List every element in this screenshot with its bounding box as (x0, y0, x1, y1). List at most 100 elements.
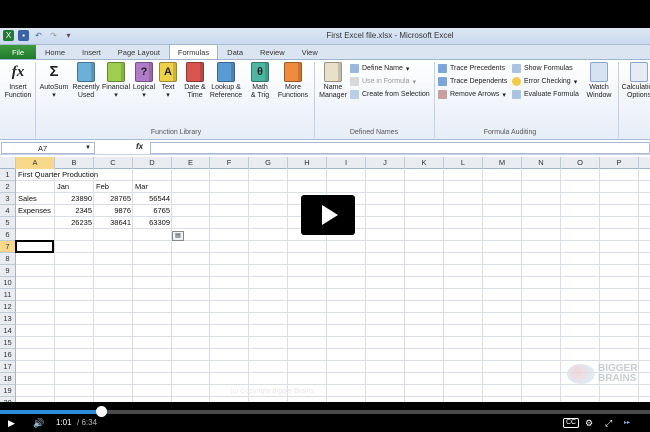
tab-page-layout[interactable]: Page Layout (110, 45, 168, 59)
fullscreen-icon[interactable]: ⤢ (605, 418, 612, 428)
row-header-11[interactable]: 11 (0, 289, 16, 301)
column-header-b[interactable]: B (55, 157, 94, 169)
trace-precedents-button[interactable]: Trace Precedents (438, 64, 505, 73)
date-time-book-icon (186, 62, 204, 82)
play-button[interactable] (301, 195, 355, 235)
more-functions-button[interactable]: More Functions (274, 62, 312, 100)
cell-a3[interactable]: Sales (18, 193, 37, 205)
column-header-l[interactable]: L (444, 157, 483, 169)
row-header-3[interactable]: 3 (0, 193, 16, 205)
play-control-icon[interactable]: ▶ (8, 418, 15, 428)
progress-knob[interactable] (95, 406, 107, 417)
cell-b3[interactable]: 23890 (57, 193, 94, 205)
row-header-2[interactable]: 2 (0, 181, 16, 193)
column-header-p[interactable]: P (600, 157, 639, 169)
column-header-h[interactable]: H (288, 157, 327, 169)
cell-d3[interactable]: 56544 (135, 193, 172, 205)
volume-icon[interactable]: 🔊 (33, 418, 44, 428)
function-library-label: Function Library (150, 129, 202, 136)
watch-window-button[interactable]: Watch Window (584, 62, 614, 100)
paste-options-icon[interactable]: ▤ (172, 231, 184, 241)
column-header-m[interactable]: M (483, 157, 522, 169)
text-button[interactable]: A Text ▾ (156, 62, 180, 100)
column-header-c[interactable]: C (94, 157, 133, 169)
recently-used-button[interactable]: Recently Used (70, 62, 102, 100)
cell-d5[interactable]: 63309 (135, 217, 172, 229)
cell-b4[interactable]: 2345 (57, 205, 94, 217)
autosum-button[interactable]: Σ AutoSum ▾ (38, 62, 70, 100)
name-box[interactable]: A7 ▼ (1, 142, 95, 154)
logical-button[interactable]: ? Logical ▾ (130, 62, 158, 100)
evaluate-formula-button[interactable]: Evaluate Formula (512, 90, 579, 99)
row-header-13[interactable]: 13 (0, 313, 16, 325)
active-cell[interactable] (15, 240, 54, 253)
tab-view[interactable]: View (294, 45, 326, 59)
row-header-18[interactable]: 18 (0, 373, 16, 385)
column-header-f[interactable]: F (210, 157, 249, 169)
brain-logo-icon (567, 364, 595, 384)
cell-d4[interactable]: 6765 (135, 205, 172, 217)
define-name-button[interactable]: Define Name ▾ (350, 64, 409, 73)
tab-insert[interactable]: Insert (74, 45, 109, 59)
column-header-n[interactable]: N (522, 157, 561, 169)
settings-gear-icon[interactable]: ⚙ (585, 418, 593, 428)
column-header-a[interactable]: A (16, 157, 55, 169)
spreadsheet-grid[interactable]: ABCDEFGHIJKLMNOP 1 2 3 4 5 6 7 8 9 10 11 12 13 14 15 16… (0, 157, 650, 402)
remove-arrows-button[interactable]: Remove Arrows ▾ (438, 90, 506, 99)
tab-formulas[interactable]: Formulas (168, 44, 219, 59)
row-header-6[interactable]: 6 (0, 229, 16, 241)
row-header-8[interactable]: 8 (0, 253, 16, 265)
formula-input[interactable] (150, 142, 650, 154)
row-header-9[interactable]: 9 (0, 265, 16, 277)
cell-d2[interactable]: Mar (135, 181, 148, 193)
row-header-19[interactable]: 19 (0, 385, 16, 397)
row-header-7[interactable]: 7 (0, 241, 16, 253)
row-header-5[interactable]: 5 (0, 217, 16, 229)
insert-function-button[interactable]: fx Insert Function (3, 62, 33, 100)
tab-review[interactable]: Review (252, 45, 293, 59)
progress-bar[interactable] (0, 406, 650, 417)
cell-a1[interactable]: First Quarter Production (18, 169, 98, 181)
tab-file[interactable]: File (0, 45, 36, 59)
column-header-g[interactable]: G (249, 157, 288, 169)
column-header-i[interactable]: I (327, 157, 366, 169)
ribbon-tabs: File Home Insert Page Layout Formulas Da… (0, 44, 650, 60)
cell-c4[interactable]: 9876 (96, 205, 133, 217)
row-header-1[interactable]: 1 (0, 169, 16, 181)
calculation-options-button[interactable]: Calculation Options (620, 62, 650, 100)
tab-home[interactable]: Home (37, 45, 73, 59)
tab-data[interactable]: Data (219, 45, 251, 59)
row-header-4[interactable]: 4 (0, 205, 16, 217)
row-header-14[interactable]: 14 (0, 325, 16, 337)
cell-c3[interactable]: 28765 (96, 193, 133, 205)
cell-b2[interactable]: Jan (57, 181, 69, 193)
financial-button[interactable]: Financial ▾ (100, 62, 132, 100)
column-header-o[interactable]: O (561, 157, 600, 169)
cell-a4[interactable]: Expenses (18, 205, 51, 217)
math-trig-button[interactable]: θ Math & Trig (244, 62, 276, 100)
cell-c2[interactable]: Feb (96, 181, 109, 193)
use-in-formula-button[interactable]: Use in Formula ▾ (350, 77, 416, 86)
row-header-16[interactable]: 16 (0, 349, 16, 361)
column-header-k[interactable]: K (405, 157, 444, 169)
show-formulas-button[interactable]: Show Formulas (512, 64, 573, 73)
select-all-corner[interactable] (0, 157, 16, 169)
column-header-d[interactable]: D (133, 157, 172, 169)
name-manager-button[interactable]: Name Manager (316, 62, 350, 100)
insert-function-icon[interactable]: fx (136, 142, 143, 151)
lookup-reference-button[interactable]: Lookup & Reference (208, 62, 244, 100)
create-from-selection-button[interactable]: Create from Selection (350, 90, 430, 99)
row-header-17[interactable]: 17 (0, 361, 16, 373)
chevron-down-icon[interactable]: ▼ (85, 143, 91, 154)
row-header-12[interactable]: 12 (0, 301, 16, 313)
cell-c5[interactable]: 38641 (96, 217, 133, 229)
error-checking-button[interactable]: Error Checking ▾ (512, 77, 577, 86)
row-header-15[interactable]: 15 (0, 337, 16, 349)
column-header-j[interactable]: J (366, 157, 405, 169)
captions-icon[interactable]: CC (563, 418, 580, 428)
date-time-button[interactable]: Date & Time (180, 62, 210, 100)
column-header-e[interactable]: E (172, 157, 210, 169)
trace-dependents-button[interactable]: Trace Dependents (438, 77, 507, 86)
row-header-10[interactable]: 10 (0, 277, 16, 289)
cell-b5[interactable]: 26235 (57, 217, 94, 229)
